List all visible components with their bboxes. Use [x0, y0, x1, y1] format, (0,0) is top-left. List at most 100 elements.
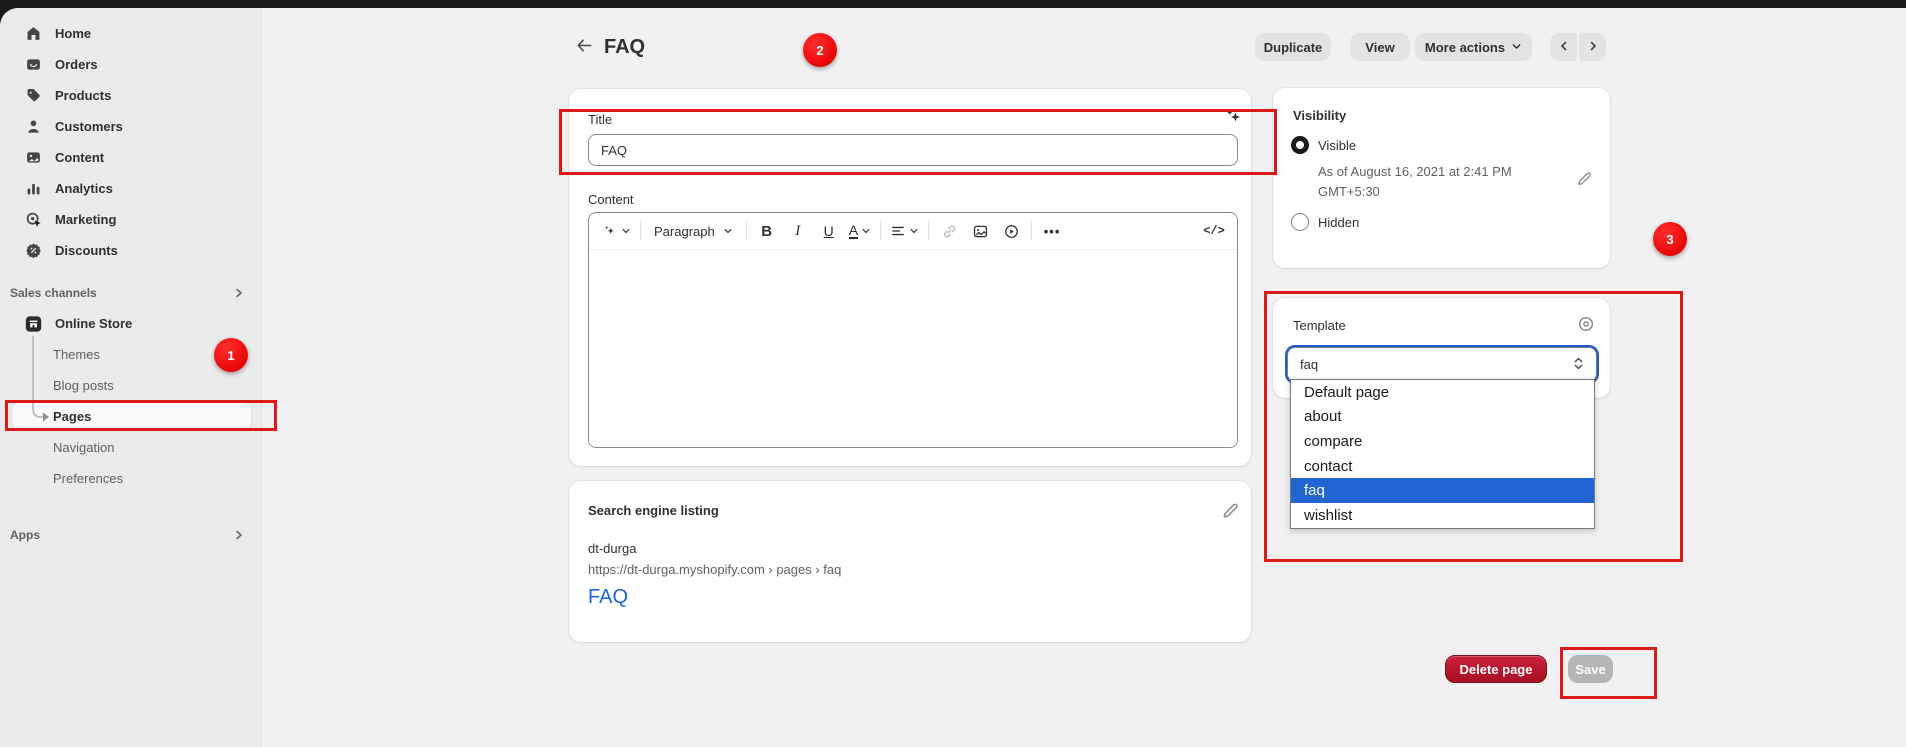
chevron-down-icon: [621, 226, 631, 236]
underline-button[interactable]: U: [818, 218, 840, 244]
editor-textarea[interactable]: [589, 250, 1237, 448]
toolbar-divider: [746, 221, 747, 241]
toolbar-divider: [640, 221, 641, 241]
toolbar-divider: [880, 221, 881, 241]
sidebar-item-preferences[interactable]: Preferences: [0, 463, 261, 494]
image-icon: [972, 223, 989, 240]
seo-card: Search engine listing dt-durga https://d…: [569, 481, 1251, 642]
annotation-badge-1: 1: [214, 338, 248, 372]
chevron-down-icon: [1511, 40, 1522, 55]
show-html-button[interactable]: </>: [1203, 218, 1225, 244]
save-button[interactable]: Save: [1568, 655, 1613, 683]
editor-toolbar: Paragraph B I U A: [589, 213, 1237, 250]
app-frame: Home Orders Products Customers Content: [0, 8, 1906, 747]
ai-magic-button[interactable]: [601, 218, 631, 244]
visible-note-line1: As of August 16, 2021 at 2:41 PM: [1318, 162, 1512, 182]
apps-header[interactable]: Apps: [10, 527, 261, 543]
chevron-down-icon: [723, 226, 733, 236]
insert-link-button[interactable]: [938, 218, 960, 244]
chevron-down-icon: [909, 226, 919, 236]
magic-sparkle-icon[interactable]: [1222, 107, 1244, 129]
save-label: Save: [1575, 662, 1605, 677]
content-field-label: Content: [588, 192, 634, 207]
badge-number: 2: [816, 43, 823, 58]
seo-site-name: dt-durga: [588, 541, 636, 556]
paragraph-style-dropdown[interactable]: Paragraph: [650, 218, 737, 244]
title-content-card: Title Content Paragraph: [569, 89, 1251, 466]
badge-number: 3: [1666, 232, 1673, 247]
select-updown-icon: [1573, 356, 1584, 374]
edit-visibility-pencil-icon[interactable]: [1575, 170, 1593, 188]
sidebar-item-label: Customers: [55, 119, 123, 134]
template-option-compare[interactable]: compare: [1291, 429, 1594, 454]
tree-connector-arrow: [0, 8, 60, 438]
back-button[interactable]: [572, 36, 596, 60]
seo-page-link[interactable]: FAQ: [588, 586, 628, 609]
template-option-contact[interactable]: contact: [1291, 454, 1594, 479]
annotation-badge-3: 3: [1653, 222, 1687, 256]
rich-text-editor: Paragraph B I U A: [588, 212, 1238, 448]
hidden-radio[interactable]: [1291, 213, 1309, 231]
chevron-left-icon: [1558, 40, 1570, 55]
template-option-faq[interactable]: faq: [1291, 478, 1594, 503]
insert-video-button[interactable]: [1000, 218, 1022, 244]
alignment-dropdown[interactable]: [890, 218, 919, 244]
visible-radio[interactable]: [1291, 136, 1309, 154]
paragraph-label: Paragraph: [654, 224, 715, 239]
template-selected-value: faq: [1300, 357, 1318, 372]
italic-button[interactable]: I: [787, 218, 809, 244]
sidebar-item-label: Marketing: [55, 212, 116, 227]
chevron-right-icon: [233, 287, 245, 299]
template-option-default-page[interactable]: Default page: [1291, 380, 1594, 405]
template-heading: Template: [1293, 318, 1346, 333]
edit-pencil-icon[interactable]: [1220, 501, 1240, 521]
seo-heading: Search engine listing: [588, 503, 719, 518]
more-actions-button[interactable]: More actions: [1415, 33, 1532, 61]
title-field-label: Title: [588, 112, 612, 127]
sidebar-item-label: Products: [55, 88, 111, 103]
view-label: View: [1365, 40, 1394, 55]
toolbar-divider: [1031, 221, 1032, 241]
screen: Home Orders Products Customers Content: [0, 0, 1906, 747]
bold-button[interactable]: B: [756, 218, 778, 244]
delete-page-button[interactable]: Delete page: [1445, 655, 1547, 683]
hidden-label[interactable]: Hidden: [1318, 215, 1359, 230]
next-page-button[interactable]: [1579, 33, 1606, 61]
more-tools-button[interactable]: •••: [1041, 218, 1063, 244]
sidebar-item-label: Home: [55, 26, 91, 41]
view-button[interactable]: View: [1350, 33, 1410, 61]
align-left-icon: [890, 223, 906, 239]
text-color-A: A: [849, 223, 858, 239]
template-option-about[interactable]: about: [1291, 405, 1594, 430]
sidebar-item-label: Analytics: [55, 181, 113, 196]
chevron-down-icon: [861, 226, 871, 236]
template-select[interactable]: faq: [1287, 347, 1597, 382]
template-option-wishlist[interactable]: wishlist: [1291, 503, 1594, 528]
insert-image-button[interactable]: [969, 218, 991, 244]
play-circle-icon: [1003, 223, 1020, 240]
toolbar-divider: [928, 221, 929, 241]
more-actions-label: More actions: [1425, 40, 1505, 55]
badge-number: 1: [227, 348, 234, 363]
view-template-eye-icon[interactable]: [1576, 314, 1596, 334]
text-color-button[interactable]: A: [849, 218, 871, 244]
sidebar-item-label: Content: [55, 150, 104, 165]
title-input[interactable]: [588, 134, 1238, 166]
visible-label[interactable]: Visible: [1318, 138, 1356, 153]
sidebar-item-label: Discounts: [55, 243, 118, 258]
apps-label: Apps: [10, 528, 40, 542]
top-black-bar: [0, 0, 1906, 8]
back-arrow-icon: [575, 36, 594, 60]
chevron-right-icon: [233, 529, 245, 541]
visibility-card: Visibility Visible As of August 16, 2021…: [1273, 88, 1610, 268]
seo-breadcrumb-url: https://dt-durga.myshopify.com › pages ›…: [588, 562, 841, 577]
duplicate-button[interactable]: Duplicate: [1255, 33, 1331, 61]
sidebar-item-label: Orders: [55, 57, 98, 72]
delete-page-label: Delete page: [1460, 662, 1533, 677]
visibility-heading: Visibility: [1293, 108, 1346, 123]
sidebar-item-label: Online Store: [55, 316, 132, 331]
sidebar: Home Orders Products Customers Content: [0, 8, 262, 747]
prev-page-button[interactable]: [1550, 33, 1577, 61]
annotation-badge-2: 2: [803, 33, 837, 67]
page-title: FAQ: [604, 36, 645, 59]
